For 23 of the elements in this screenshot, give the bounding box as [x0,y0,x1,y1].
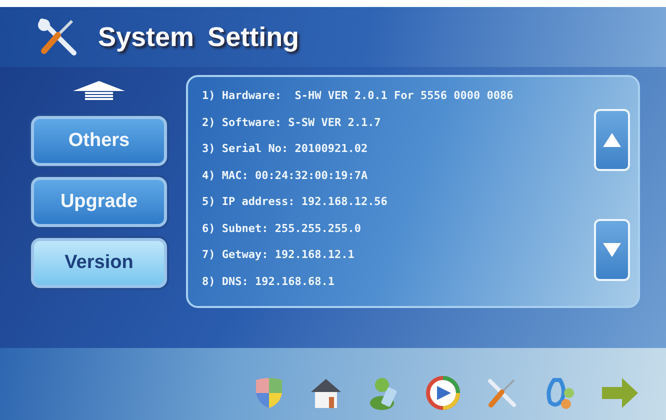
sidebar-button[interactable]: Upgrade [31,177,167,227]
house-icon[interactable] [310,377,342,409]
play-circle-icon[interactable] [426,376,460,410]
up-arrow-icon[interactable] [73,81,125,101]
tools-icon[interactable] [486,377,518,409]
down-triangle-icon [603,243,621,257]
user-phone-icon[interactable] [368,376,400,410]
sidebar-button[interactable]: Others [31,116,167,166]
chat-figure-icon[interactable] [544,376,576,410]
info-line: 4) MAC: 00:24:32:00:19:7A [202,168,369,184]
info-line: 1) Hardware: S-HW VER 2.0.1 For 5556 0000 0086 [202,88,514,104]
scroll-up-button[interactable] [594,109,630,171]
info-line: 5) IP address: 192.168.12.56 [202,194,388,210]
shield-icon[interactable] [254,377,284,409]
info-line: 8) DNS: 192.168.68.1 [202,274,336,290]
sidebar-button[interactable]: Version [31,238,167,288]
window-title: System Setting [98,22,300,52]
up-triangle-icon [603,133,621,147]
info-line: 3) Serial No: 20100921.02 [202,141,369,157]
info-line: 7) Getway: 192.168.12.1 [202,247,356,263]
info-line: 6) Subnet: 255.255.255.0 [202,220,362,236]
info-line: 2) Software: S-SW VER 2.1.7 [202,114,382,130]
scroll-down-button[interactable] [594,219,630,281]
